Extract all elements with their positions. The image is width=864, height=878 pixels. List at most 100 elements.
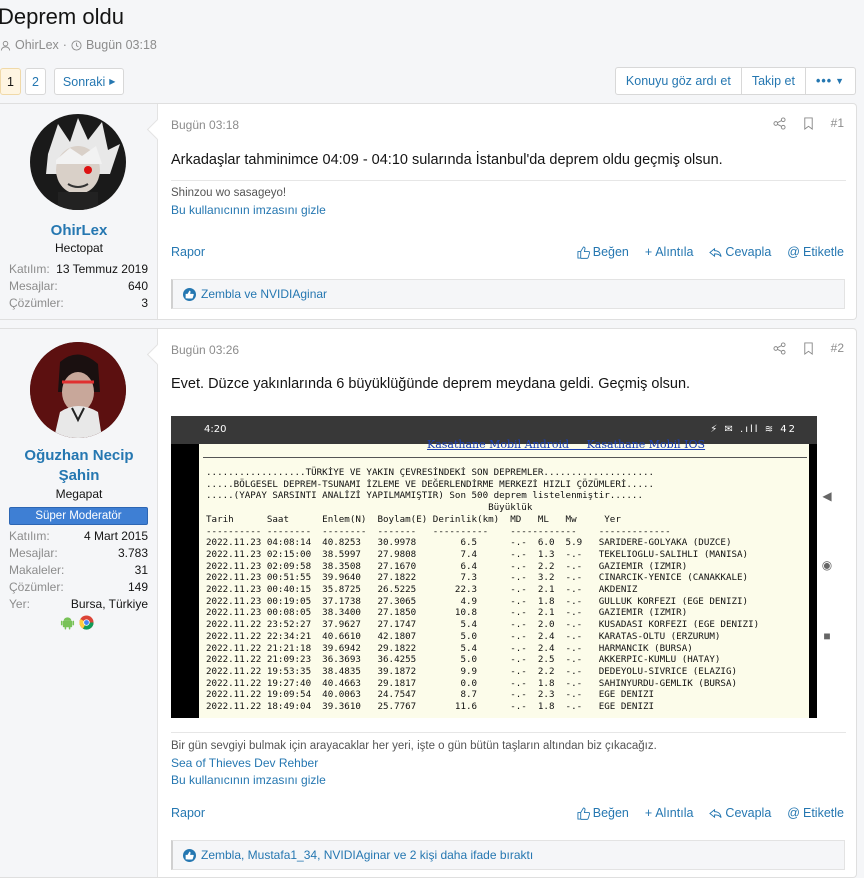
username-line-1: Oğuzhan Necip — [24, 447, 134, 464]
signature-link[interactable]: Sea of Thieves Dev Rehber — [171, 755, 657, 772]
clock-icon — [71, 39, 82, 51]
avatar[interactable] — [30, 114, 126, 210]
bookmark-icon[interactable] — [802, 341, 815, 355]
thread-meta: OhirLex · Bugün 03:18 — [0, 38, 157, 52]
post-1: OhirLex Hectopat Katılım: 13 Temmuz 2019 … — [0, 103, 857, 320]
post-message: Arkadaşlar tahminimce 04:09 - 04:10 sula… — [171, 152, 723, 168]
post-2-user-cell: Oğuzhan Necip Şahin Megapat Süper Modera… — [0, 329, 158, 877]
at-icon: @ — [787, 806, 800, 820]
ignore-thread-button[interactable]: Konuyu göz ardı et — [614, 67, 742, 95]
quote-button[interactable]: + Alıntıla — [645, 806, 694, 820]
post-1-user-cell: OhirLex Hectopat Katılım: 13 Temmuz 2019 … — [0, 104, 158, 319]
more-dots-icon: ••• — [815, 74, 833, 88]
bookmark-icon[interactable] — [802, 116, 815, 130]
header-divider — [203, 457, 807, 458]
username-line-2: Şahin — [58, 467, 100, 484]
like-reaction-icon — [183, 848, 196, 862]
stat-row: Yer: Bursa, Türkiye — [9, 597, 148, 611]
post-actions: Rapor Beğen + Alıntıla Cevapla @ Etiketle — [171, 245, 844, 259]
next-page-label: Sonraki — [62, 74, 106, 89]
chevron-down-icon: ▼ — [835, 76, 845, 86]
signature-divider — [171, 180, 846, 181]
thumbs-up-icon — [577, 245, 590, 259]
earthquake-row: 2022.11.23 04:08:14 40.8253 30.9978 6.5 … — [206, 537, 732, 549]
pagination: 1 2 Sonraki ▶ — [0, 68, 125, 95]
avatar-image — [30, 342, 126, 438]
app-links[interactable]: Kasathane Mobil Android Kasathane Mobil … — [427, 439, 705, 451]
reactions-text: Zembla, Mustafa1_34, NVIDIAginar ve 2 ki… — [201, 848, 534, 862]
attached-screenshot[interactable]: 4:20 ⚡ ✉ .ıll ≋ 42 Kasathane Mobil Andro… — [171, 416, 817, 718]
reply-button[interactable]: Cevapla — [709, 245, 771, 259]
like-button[interactable]: Beğen — [577, 245, 629, 259]
stat-row: Katılım: 4 Mart 2015 — [9, 529, 148, 543]
thread-actions: Konuyu göz ardı et Takip et ••• ▼ — [614, 67, 856, 95]
reactions-text: Zembla ve NVIDIAginar — [201, 287, 328, 301]
hide-signature-link[interactable]: Bu kullanıcının imzasını gizle — [171, 772, 657, 789]
post-date[interactable]: Bugün 03:26 — [171, 343, 239, 357]
reactions-bar[interactable]: Zembla ve NVIDIAginar — [171, 279, 845, 309]
signature: Shinzou wo sasageyo! Bu kullanıcının imz… — [171, 185, 326, 219]
nav-home-icon: ◉ — [821, 558, 833, 572]
list-header-line: ..................TÜRKİYE VE YAKIN ÇEVRE… — [206, 467, 655, 478]
stat-row: Çözümler: 3 — [9, 296, 148, 310]
avatar-image — [30, 114, 126, 210]
share-icon[interactable] — [773, 116, 786, 130]
earthquake-row: 2022.11.23 00:51:55 39.9640 27.1822 7.3 … — [206, 572, 749, 584]
earthquake-row: 2022.11.22 18:49:04 39.3610 25.7767 11.6… — [206, 701, 655, 713]
list-header-line: ---------- -------- -------- ------- ---… — [206, 525, 671, 537]
page-2-button[interactable]: 2 — [24, 68, 46, 95]
tag-button[interactable]: @ Etiketle — [787, 245, 844, 259]
hide-signature-link[interactable]: Bu kullanıcının imzasını gizle — [171, 202, 326, 219]
post-date[interactable]: Bugün 03:18 — [171, 118, 239, 132]
earthquake-row: 2022.11.23 00:08:05 38.3400 27.1850 10.8… — [206, 607, 688, 619]
reply-icon — [709, 247, 722, 257]
user-icon — [0, 40, 11, 51]
like-button[interactable]: Beğen — [577, 806, 629, 820]
thread-title: Deprem oldu — [0, 4, 124, 29]
report-link[interactable]: Rapor — [171, 245, 205, 259]
reactions-bar[interactable]: Zembla, Mustafa1_34, NVIDIAginar ve 2 ki… — [171, 840, 845, 870]
reply-icon — [709, 808, 722, 818]
watch-thread-button[interactable]: Takip et — [741, 67, 806, 95]
android-icon — [60, 617, 75, 630]
plus-icon: + — [644, 245, 653, 259]
earthquake-row: 2022.11.22 19:53:35 38.4835 39.1872 9.9 … — [206, 665, 738, 677]
report-link[interactable]: Rapor — [171, 806, 205, 820]
earthquake-row: 2022.11.22 23:52:27 37.9627 27.1747 5.4 … — [206, 619, 760, 631]
more-options-button[interactable]: ••• ▼ — [805, 67, 856, 95]
plus-icon: + — [644, 806, 653, 820]
nav-back-icon: ◀ — [822, 489, 832, 503]
earthquake-row: 2022.11.23 02:15:00 38.5997 27.9808 7.4 … — [206, 548, 749, 560]
role-badge: Süper Moderatör — [9, 507, 148, 525]
phone-time: 4:20 — [204, 424, 227, 435]
stat-row: Katılım: 13 Temmuz 2019 — [9, 262, 148, 276]
stat-row: Çözümler: 149 — [9, 580, 148, 594]
list-header-line: Büyüklük — [206, 502, 533, 514]
post-number[interactable]: #1 — [831, 116, 844, 130]
share-icon[interactable] — [773, 341, 786, 355]
earthquake-row: 2022.11.22 19:09:54 40.0063 24.7547 8.7 … — [206, 689, 655, 701]
list-header-line: .....BÖLGESEL DEPREM-TSUNAMI İZLEME VE D… — [206, 478, 655, 490]
avatar[interactable] — [30, 342, 126, 438]
next-page-button[interactable]: Sonraki ▶ — [53, 68, 125, 95]
username[interactable]: OhirLex — [0, 221, 158, 241]
post-2: Oğuzhan Necip Şahin Megapat Süper Modera… — [0, 328, 857, 878]
thread-date-link[interactable]: Bugün 03:18 — [86, 38, 157, 52]
earthquake-row: 2022.11.23 00:19:05 37.1738 27.3065 4.9 … — [206, 595, 749, 607]
thumbs-up-icon — [577, 806, 590, 820]
earthquake-list: Kasathane Mobil Android Kasathane Mobil … — [199, 439, 809, 718]
list-header-line: Tarih Saat Enlem(N) Boylam(E) Derinlik(k… — [206, 513, 621, 525]
nav-recents-icon: ■ — [823, 629, 831, 643]
tag-button[interactable]: @ Etiketle — [787, 806, 844, 820]
quote-button[interactable]: + Alıntıla — [645, 245, 694, 259]
post-number[interactable]: #2 — [831, 341, 844, 355]
list-header-line: .....(YAPAY SARSINTI ANALİZİ YAPILMAMIŞT… — [206, 490, 643, 502]
earthquake-lines: ..................TÜRKİYE VE YAKIN ÇEVRE… — [206, 467, 759, 713]
post-tools: #1 — [773, 116, 844, 130]
reply-button[interactable]: Cevapla — [709, 806, 771, 820]
page-1-button[interactable]: 1 — [0, 68, 21, 95]
earthquake-row: 2022.11.22 21:21:18 39.6942 29.1822 5.4 … — [206, 642, 693, 654]
signature-text: Bir gün sevgiyi bulmak için arayacaklar … — [171, 740, 657, 752]
username[interactable]: Oğuzhan Necip Şahin — [0, 446, 158, 486]
thread-author-link[interactable]: OhirLex — [15, 38, 59, 52]
